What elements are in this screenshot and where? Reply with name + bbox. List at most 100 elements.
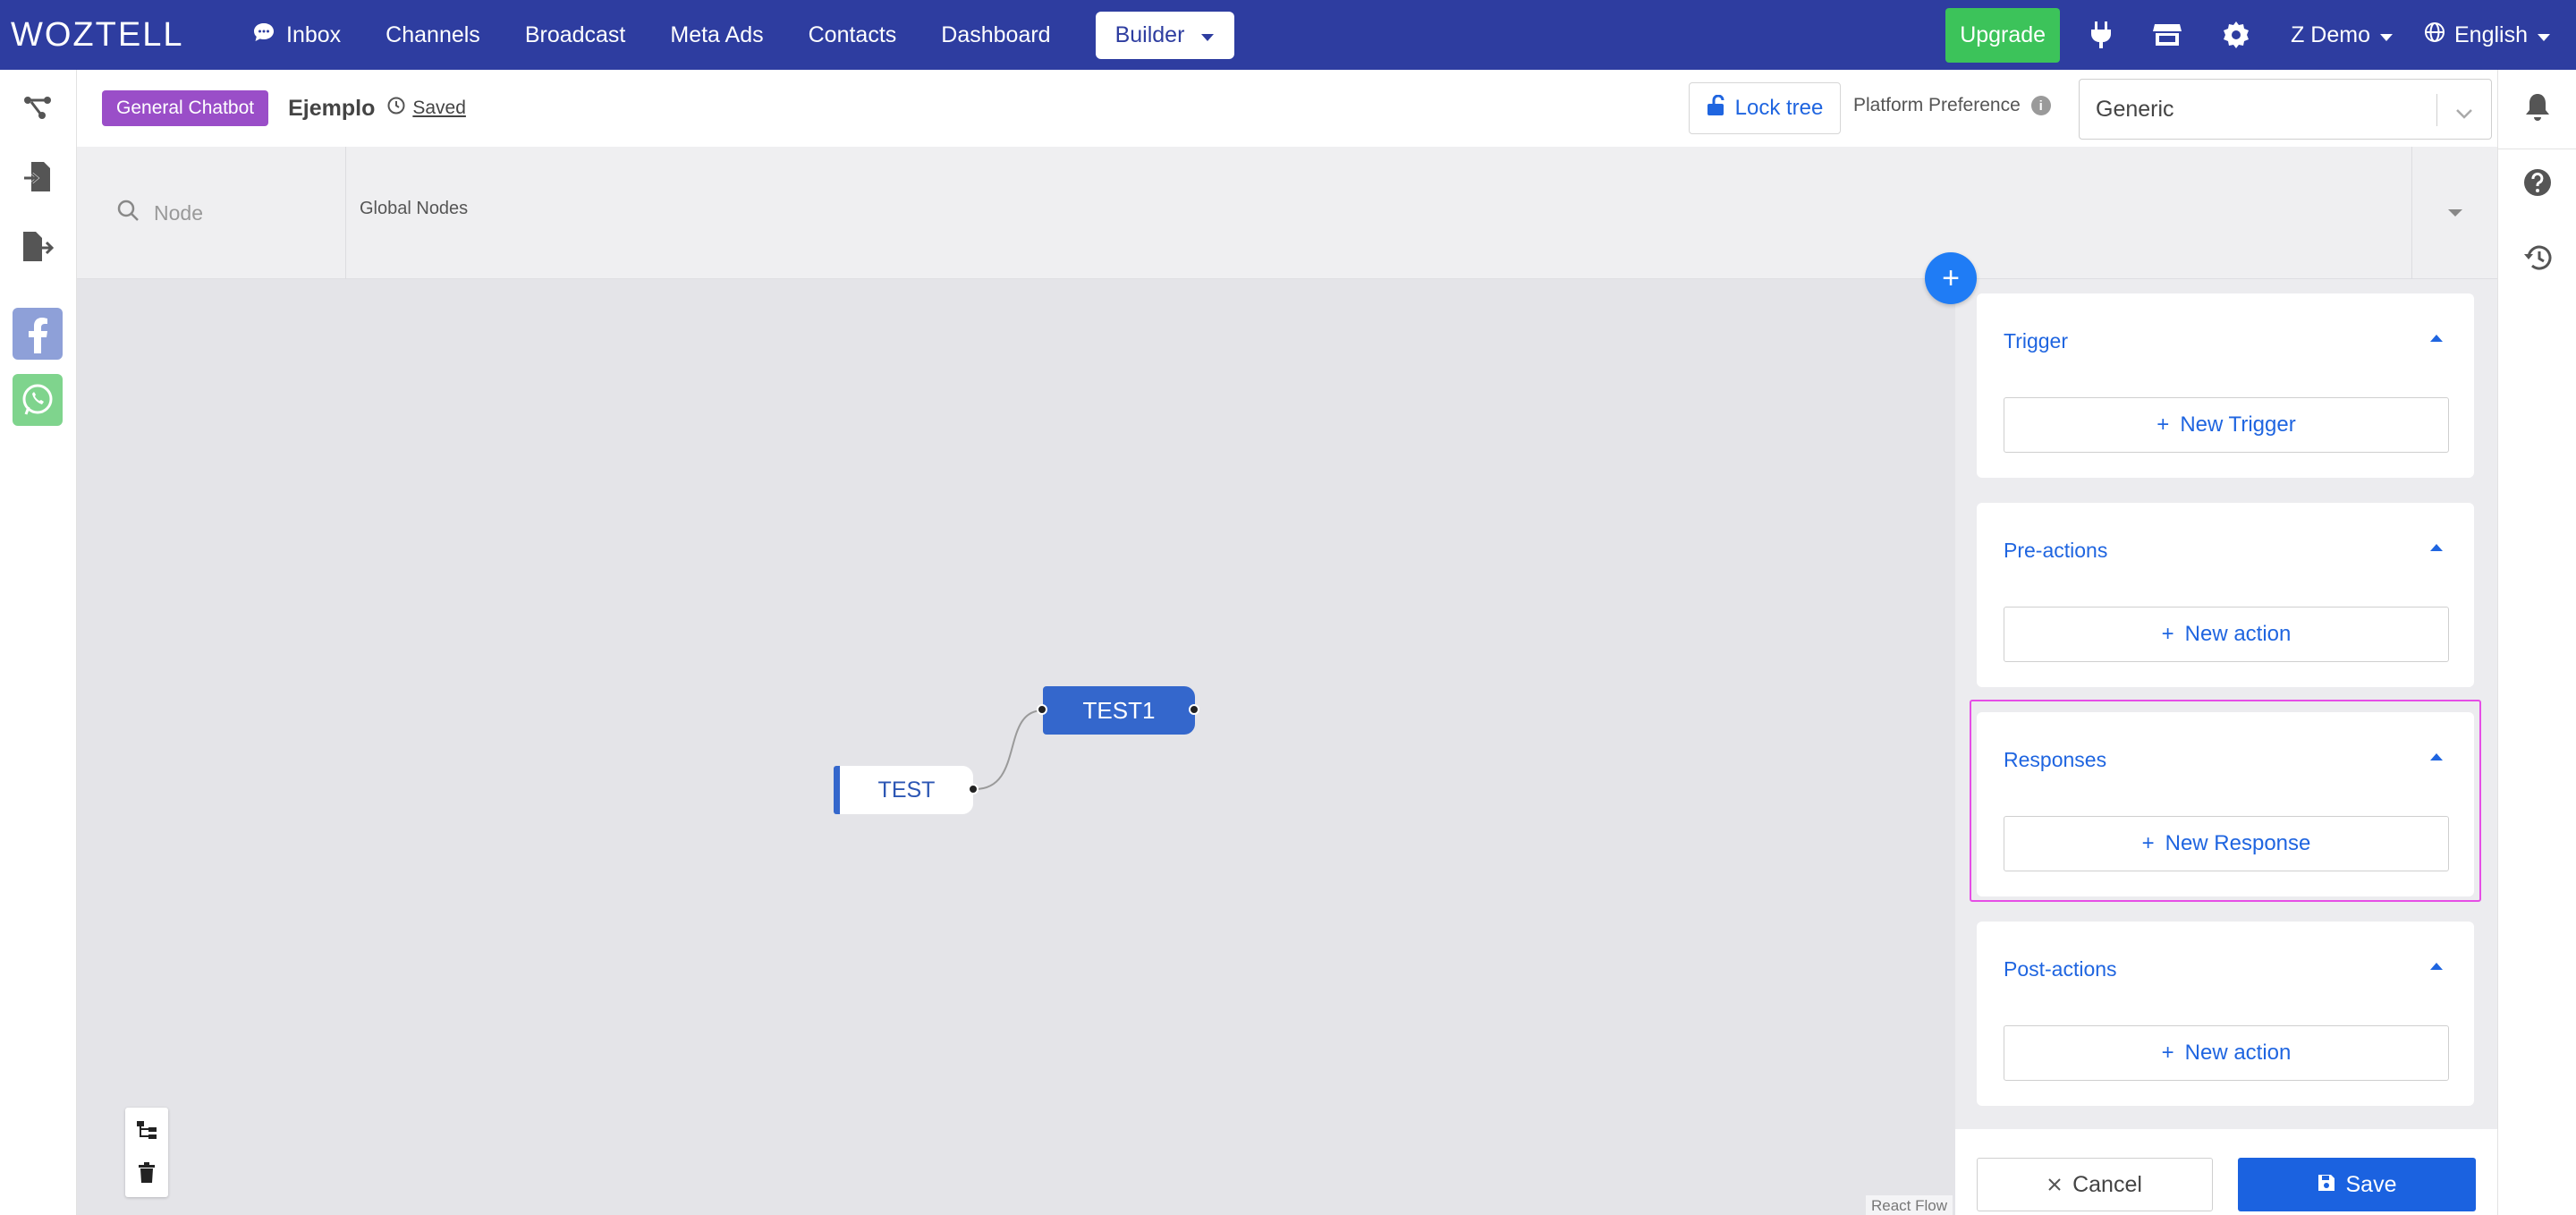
- language-label: English: [2454, 21, 2528, 47]
- plus-icon: +: [2157, 412, 2170, 437]
- search-placeholder: Node: [154, 200, 203, 225]
- plus-icon: +: [1942, 260, 1960, 295]
- nav-meta-ads[interactable]: Meta Ads: [670, 22, 763, 48]
- new-action-label: New action: [2184, 622, 2292, 646]
- nav-channels[interactable]: Channels: [386, 22, 480, 48]
- search-icon: [116, 199, 140, 227]
- new-trigger-label: New Trigger: [2180, 412, 2296, 437]
- flow-node-test1[interactable]: TEST1: [1043, 686, 1195, 735]
- node-input-handle[interactable]: [1037, 704, 1047, 715]
- left-sidebar: [0, 70, 77, 1215]
- caret-down-icon: [1200, 22, 1215, 48]
- new-action-label: New action: [2184, 1041, 2292, 1065]
- lock-tree-button[interactable]: Lock tree: [1689, 82, 1841, 134]
- cancel-button[interactable]: Cancel: [1977, 1158, 2213, 1211]
- nav-inbox-label: Inbox: [286, 21, 342, 47]
- save-label: Save: [2345, 1171, 2397, 1197]
- clock-icon: [387, 97, 405, 120]
- node-output-handle[interactable]: [1189, 704, 1199, 715]
- whatsapp-channel-icon[interactable]: [13, 374, 63, 426]
- chatbot-type-badge: General Chatbot: [102, 90, 269, 126]
- new-pre-action-button[interactable]: + New action: [2004, 607, 2449, 662]
- global-nodes-select[interactable]: Global Nodes: [360, 199, 468, 219]
- caret-up-icon[interactable]: [2429, 540, 2444, 557]
- trigger-section: Trigger + New Trigger: [1977, 293, 2474, 478]
- nav-meta-ads-label: Meta Ads: [670, 21, 764, 47]
- saved-label[interactable]: Saved: [412, 98, 466, 119]
- bell-icon[interactable]: [2520, 89, 2555, 125]
- layout-tree-icon[interactable]: [135, 1118, 158, 1142]
- right-sidebar: [2497, 70, 2576, 1215]
- nav-builder-label: Builder: [1114, 21, 1185, 47]
- divider: [2411, 147, 2412, 279]
- history-icon[interactable]: [2520, 240, 2555, 276]
- language-menu[interactable]: English: [2424, 21, 2551, 49]
- new-response-button[interactable]: + New Response: [2004, 816, 2449, 871]
- facebook-channel-icon[interactable]: [13, 308, 63, 360]
- flow-node-label: TEST1: [1082, 696, 1156, 724]
- new-trigger-button[interactable]: + New Trigger: [2004, 397, 2449, 453]
- save-button[interactable]: Save: [2238, 1158, 2476, 1211]
- node-search-bar: Node Global Nodes: [77, 147, 2497, 279]
- nav-contacts-label: Contacts: [808, 21, 897, 47]
- add-node-button[interactable]: +: [1925, 252, 1977, 304]
- plug-icon[interactable]: [2090, 21, 2112, 48]
- platform-preference-label: Platform Preference: [1853, 95, 2021, 115]
- nav-builder-dropdown[interactable]: Builder: [1095, 11, 1235, 59]
- new-post-action-button[interactable]: + New action: [2004, 1025, 2449, 1081]
- plus-icon: +: [2141, 831, 2155, 855]
- caret-up-icon[interactable]: [2429, 959, 2444, 975]
- node-search-input[interactable]: Node: [116, 199, 203, 227]
- node-output-handle[interactable]: [968, 784, 979, 794]
- nav-broadcast[interactable]: Broadcast: [525, 22, 626, 48]
- woztell-logo[interactable]: WOZTELL: [11, 16, 208, 55]
- caret-down-icon: [2379, 22, 2394, 48]
- panel-footer: Cancel Save: [1955, 1129, 2497, 1215]
- caret-down-icon: [2537, 22, 2551, 48]
- node-edge: [974, 709, 1044, 790]
- lock-tree-label: Lock tree: [1734, 96, 1824, 120]
- nav-contacts[interactable]: Contacts: [809, 22, 897, 48]
- select-divider: [2436, 94, 2437, 126]
- trash-icon[interactable]: [135, 1161, 158, 1185]
- caret-up-icon[interactable]: [2429, 750, 2444, 766]
- flow-canvas[interactable]: TEST TEST1 React Flow: [77, 279, 1955, 1215]
- section-title: Trigger: [2004, 329, 2068, 353]
- responses-section: Responses + New Response: [1977, 712, 2474, 896]
- floppy-disk-icon: [2318, 1172, 2335, 1198]
- pre-actions-section: Pre-actions + New action: [1977, 503, 2474, 687]
- platform-select[interactable]: Generic: [2079, 79, 2492, 140]
- import-file-icon[interactable]: [20, 159, 55, 195]
- section-title: Post-actions: [2004, 957, 2117, 981]
- unlock-icon: [1707, 94, 1726, 123]
- tree-structure-icon[interactable]: [20, 89, 55, 125]
- store-icon[interactable]: [2153, 22, 2182, 47]
- account-menu[interactable]: Z Demo: [2291, 22, 2394, 48]
- nav-channels-label: Channels: [386, 21, 480, 47]
- builder-subheader: General Chatbot Ejemplo Saved Lock tree …: [77, 70, 2497, 147]
- plus-icon: +: [2161, 1041, 2174, 1065]
- nav-broadcast-label: Broadcast: [524, 21, 626, 47]
- new-response-label: New Response: [2165, 831, 2311, 855]
- caret-down-icon[interactable]: [2447, 206, 2463, 222]
- react-flow-attribution[interactable]: React Flow: [1866, 1195, 1953, 1215]
- info-icon[interactable]: i: [2030, 96, 2051, 115]
- help-icon[interactable]: [2520, 165, 2555, 200]
- close-icon: [2047, 1172, 2062, 1198]
- flow-node-test[interactable]: TEST: [834, 766, 973, 814]
- upgrade-button[interactable]: Upgrade: [1945, 7, 2061, 63]
- export-file-icon[interactable]: [20, 229, 55, 265]
- gear-icon[interactable]: [2223, 21, 2250, 48]
- canvas-tool-panel: [125, 1108, 168, 1197]
- nav-inbox[interactable]: Inbox: [252, 21, 341, 49]
- post-actions-section: Post-actions + New action: [1977, 922, 2474, 1106]
- node-config-panel: Trigger + New Trigger Pre-actions + New …: [1955, 279, 2497, 1215]
- bot-name[interactable]: Ejemplo: [288, 96, 375, 122]
- platform-preference: Platform Preference i: [1853, 95, 2051, 116]
- globe-icon: [2424, 21, 2445, 49]
- nav-dashboard[interactable]: Dashboard: [941, 22, 1050, 48]
- top-navigation-bar: WOZTELL Inbox Channels Broadcast Meta Ad…: [0, 0, 2576, 70]
- divider: [345, 147, 346, 279]
- chevron-down-icon: [2455, 99, 2473, 125]
- caret-up-icon[interactable]: [2429, 331, 2444, 347]
